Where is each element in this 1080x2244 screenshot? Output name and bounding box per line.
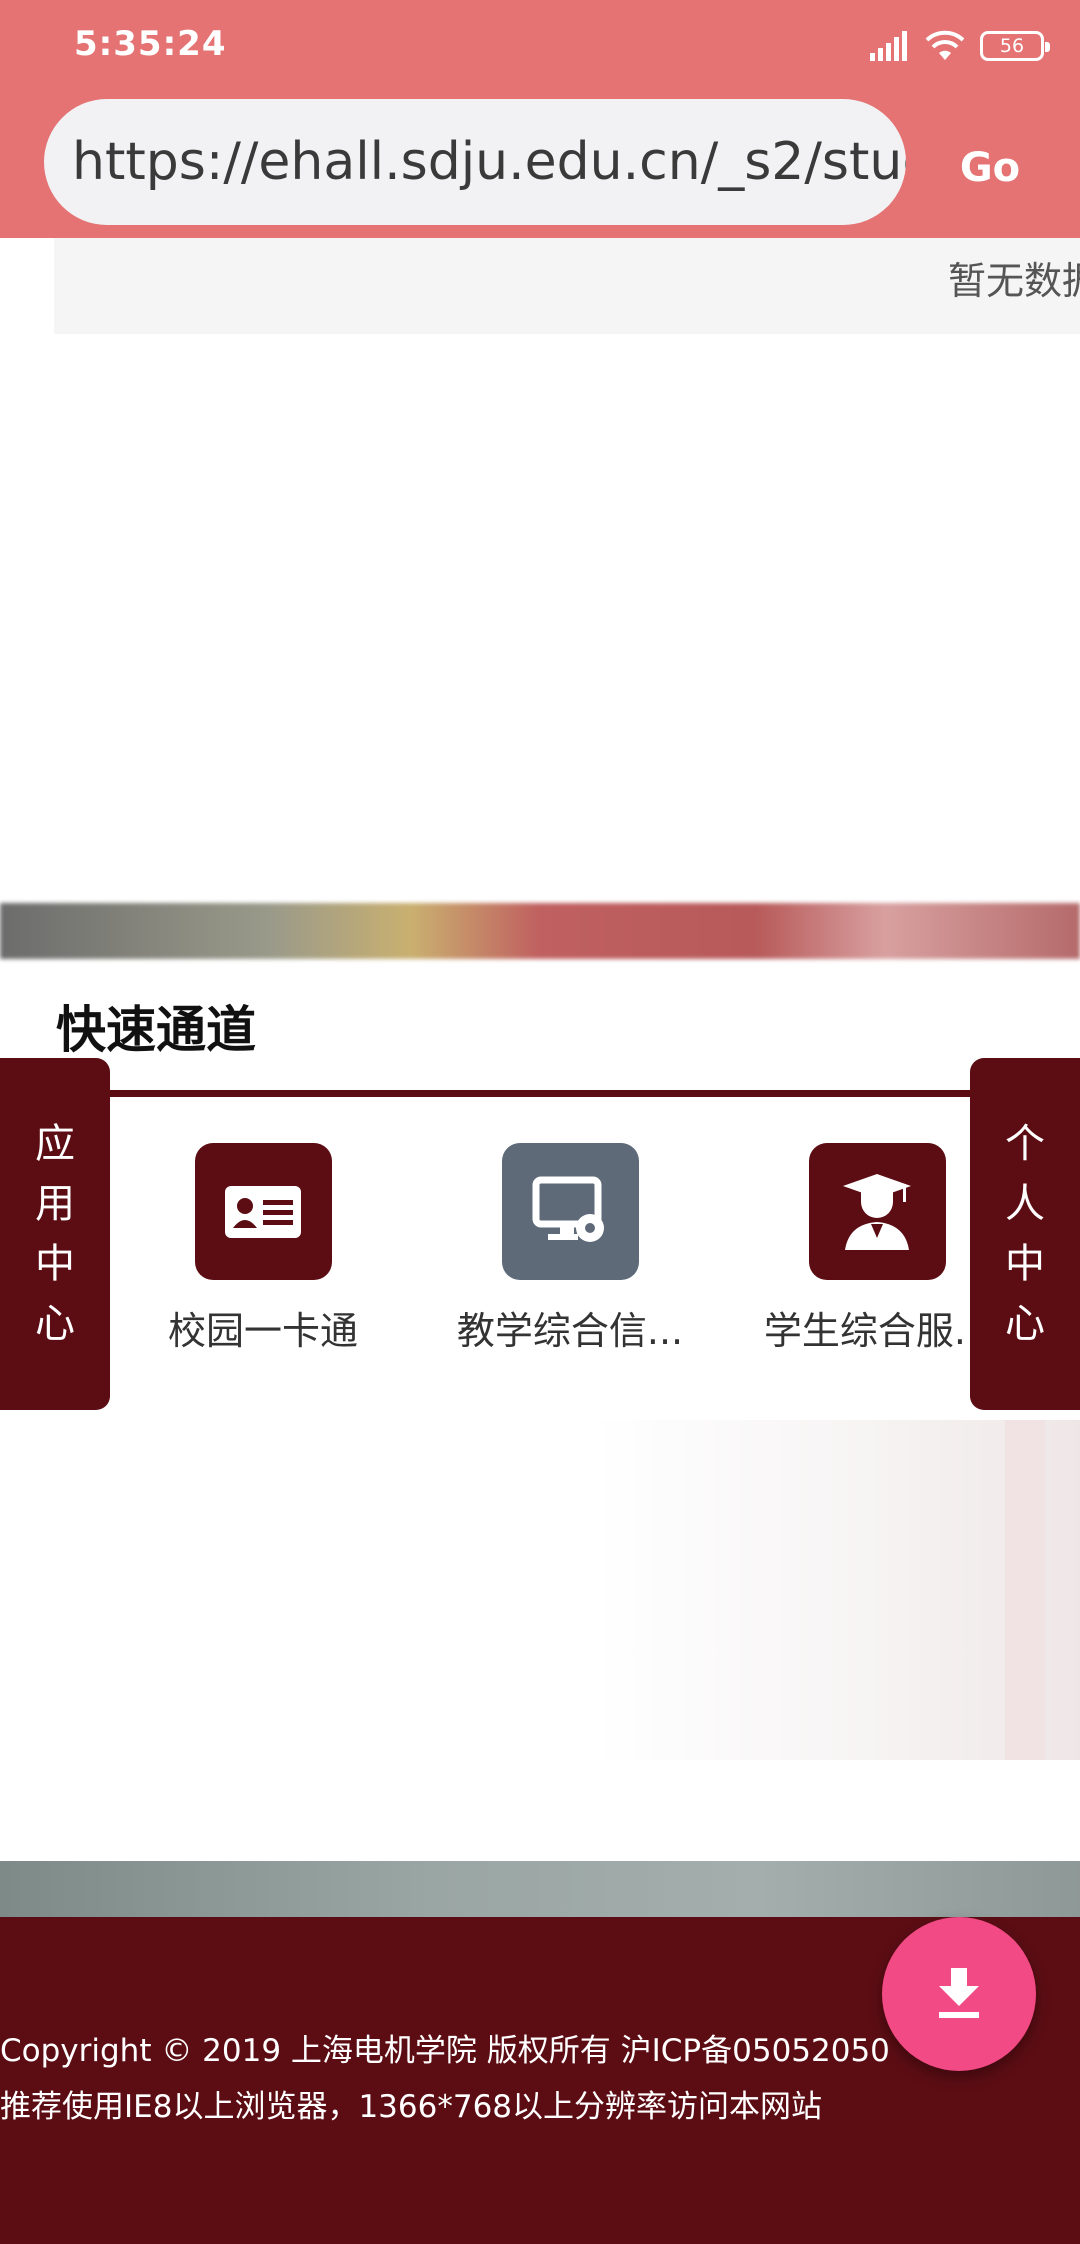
app-center-char: 应	[35, 1121, 75, 1167]
url-text: https://ehall.sdju.edu.cn/_s2/students_s…	[72, 132, 906, 192]
background-image-faded	[0, 1420, 1080, 1760]
app-center-char: 用	[35, 1181, 75, 1227]
background-image-strip	[0, 903, 1080, 959]
wifi-icon	[925, 30, 965, 60]
background-image-strip	[0, 1861, 1080, 1917]
app-center-char: 中	[35, 1241, 75, 1287]
personal-center-char: 中	[1005, 1241, 1045, 1287]
section-divider	[108, 1090, 988, 1097]
quick-item-student-service[interactable]: 学生综合服...	[757, 1143, 997, 1355]
no-data-panel: 暂无数据	[54, 238, 1080, 334]
graduate-icon	[808, 1143, 946, 1280]
app-center-tab[interactable]: 应 用 中 心	[0, 1058, 110, 1410]
quick-item-label: 校园一卡通	[167, 1309, 358, 1353]
no-data-text: 暂无数据	[947, 259, 1080, 303]
battery-level: 56	[999, 35, 1025, 57]
personal-center-char: 个	[1005, 1121, 1045, 1167]
computer-settings-icon	[501, 1143, 639, 1280]
background-post	[1005, 1420, 1045, 1760]
go-button[interactable]: Go	[940, 120, 1040, 216]
personal-center-char: 心	[1005, 1301, 1045, 1347]
battery-icon: 56	[980, 31, 1050, 61]
browser-toolbar: 5:35:24 56 https://ehall.sdju.edu.cn/_s2…	[0, 0, 1080, 238]
quick-item-label: 学生综合服...	[763, 1309, 991, 1353]
quick-item-teaching-system[interactable]: 教学综合信...	[450, 1143, 690, 1355]
app-center-char: 心	[35, 1301, 75, 1347]
section-title: 快速通道	[56, 1001, 256, 1059]
quick-item-label: 教学综合信...	[456, 1309, 684, 1353]
id-card-icon	[194, 1143, 332, 1280]
signal-icon	[870, 31, 907, 61]
url-input[interactable]: https://ehall.sdju.edu.cn/_s2/students_s…	[44, 99, 906, 225]
download-icon	[939, 1968, 979, 2018]
personal-center-char: 人	[1005, 1181, 1045, 1227]
copyright-text: Copyright © 2019 上海电机学院 版权所有 沪ICP备050520…	[0, 2033, 890, 2069]
status-time: 5:35:24	[74, 24, 227, 64]
quick-item-campus-card[interactable]: 校园一卡通	[143, 1143, 383, 1355]
status-icons: 56	[870, 24, 1050, 68]
browser-recommendation-text: 推荐使用IE8以上浏览器，1366*768以上分辨率访问本网站	[0, 2089, 823, 2125]
personal-center-tab[interactable]: 个 人 中 心	[970, 1058, 1080, 1410]
download-button[interactable]	[882, 1917, 1036, 2071]
